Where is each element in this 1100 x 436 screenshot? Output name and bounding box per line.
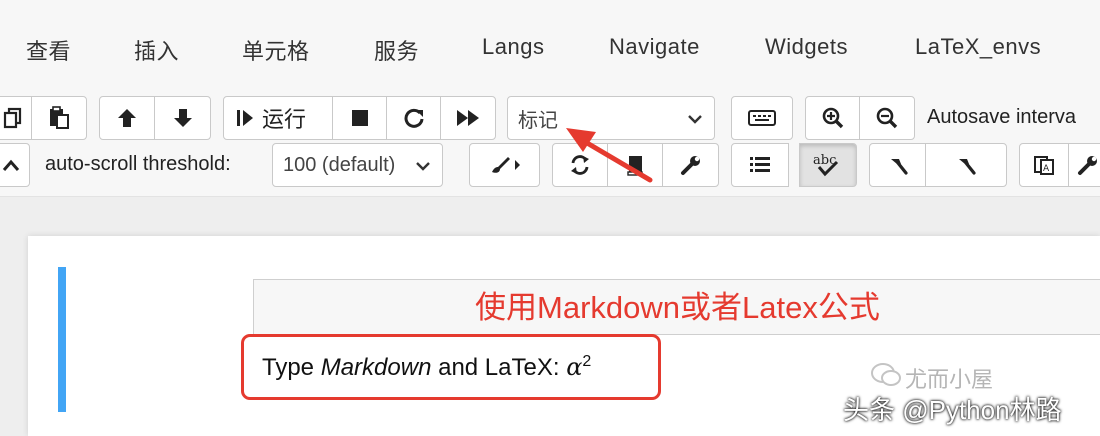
settings-button-2[interactable]	[1068, 143, 1100, 187]
toolbar: 运行 标记 Autosave interva auto-scroll thres…	[0, 88, 1100, 197]
autoscroll-label: auto-scroll threshold:	[45, 153, 231, 175]
autoscroll-value: 100 (default)	[283, 153, 396, 176]
wrench-icon	[1078, 156, 1097, 175]
copy-button[interactable]	[0, 96, 32, 140]
rendered-prefix: Type	[262, 354, 321, 381]
menu-navigate[interactable]: Navigate	[609, 34, 700, 60]
restart-icon	[404, 108, 423, 128]
keyboard-icon	[748, 110, 776, 126]
hammer-button-2[interactable]	[925, 143, 1007, 187]
refresh-button[interactable]	[552, 143, 608, 187]
arrow-down-icon	[173, 109, 192, 127]
menu-widgets[interactable]: Widgets	[765, 34, 848, 60]
translate-icon: A	[1034, 156, 1054, 175]
rendered-math: α	[566, 353, 583, 381]
autoscroll-select[interactable]: 100 (default)	[272, 143, 443, 187]
paint-brush-icon	[491, 157, 520, 173]
zoom-in-icon	[822, 107, 843, 129]
arrow-up-icon	[118, 109, 136, 127]
zoom-in-button[interactable]	[805, 96, 860, 140]
step-run-icon	[237, 110, 253, 126]
hammer-icon	[959, 159, 976, 175]
caret-up-icon	[2, 159, 20, 171]
notebook-icon	[627, 156, 643, 176]
move-down-button[interactable]	[154, 96, 211, 140]
credit-watermark: 头条 @Python林路	[843, 395, 1062, 425]
chevron-down-icon	[688, 115, 702, 124]
menu-kernel[interactable]: 服务	[374, 34, 419, 66]
cell-type-value: 标记	[518, 109, 558, 132]
menu-latex-envs[interactable]: LaTeX_envs	[915, 34, 1041, 60]
cell-type-select[interactable]: 标记	[507, 96, 715, 140]
run-label: 运行	[262, 107, 307, 132]
notebook-button[interactable]	[607, 143, 663, 187]
spellcheck-button[interactable]: abc	[799, 143, 857, 187]
collapse-button[interactable]	[0, 143, 30, 187]
chevron-down-icon	[416, 162, 430, 171]
keyboard-shortcuts-button[interactable]	[731, 96, 793, 140]
hammer-icon	[890, 159, 908, 175]
settings-wrench-button[interactable]	[662, 143, 719, 187]
svg-text:A: A	[1043, 164, 1050, 174]
autosave-label: Autosave interva	[927, 106, 1076, 128]
translate-button[interactable]: A	[1019, 143, 1069, 187]
run-all-button[interactable]	[440, 96, 496, 140]
move-up-button[interactable]	[99, 96, 155, 140]
rendered-em: Markdown	[320, 354, 432, 381]
refresh-icon	[571, 155, 589, 175]
menu-cell[interactable]: 单元格	[242, 34, 310, 66]
menu-view[interactable]: 查看	[26, 34, 71, 66]
menu-bar: 查看 插入 单元格 服务 Langs Navigate Widgets LaTe…	[0, 0, 1100, 88]
fast-forward-icon	[457, 110, 479, 126]
menu-insert[interactable]: 插入	[134, 34, 179, 66]
paste-icon	[50, 106, 69, 129]
paste-button[interactable]	[31, 96, 87, 140]
zoom-out-button[interactable]	[859, 96, 915, 140]
selected-cell-indicator	[58, 267, 66, 412]
toc-button[interactable]	[731, 143, 789, 187]
stop-icon	[351, 110, 368, 126]
restart-button[interactable]	[386, 96, 441, 140]
interrupt-button[interactable]	[332, 96, 387, 140]
cell-toolbar-button[interactable]	[469, 143, 540, 187]
wechat-icon	[871, 363, 901, 386]
hammer-button-1[interactable]	[869, 143, 926, 187]
zoom-out-icon	[876, 107, 898, 129]
rendered-middle: and LaTeX:	[431, 354, 567, 381]
list-icon	[750, 157, 770, 172]
wrench-icon	[680, 156, 700, 175]
menu-langs[interactable]: Langs	[482, 34, 544, 60]
annotation-text: 使用Markdown或者Latex公式	[475, 290, 880, 325]
rendered-sup: 2	[582, 353, 592, 370]
copy-icon	[3, 107, 22, 129]
rendered-markdown-text: Type Markdown and LaTeX: α2	[262, 353, 591, 382]
spellcheck-icon: abc	[813, 153, 839, 177]
run-button[interactable]: 运行	[223, 96, 333, 140]
